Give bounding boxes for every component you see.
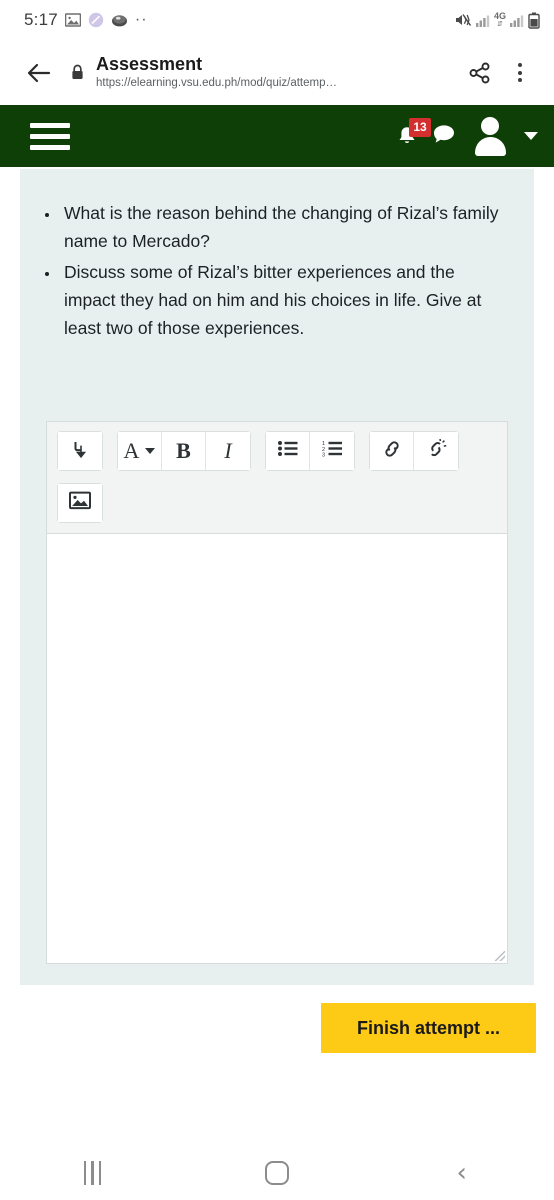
address-bar[interactable]: Assessment https://elearning.vsu.edu.ph/…	[94, 54, 460, 91]
signal-bars-2-icon	[510, 12, 524, 28]
site-navbar: 13	[0, 105, 554, 167]
message-bubble-icon	[432, 123, 456, 150]
toolbar-group-lists: 123	[265, 431, 355, 471]
android-navigation-bar: ‹	[0, 1145, 554, 1200]
avatar-body-icon	[474, 137, 506, 156]
question-bullet: Discuss some of Rizal’s bitter experienc…	[60, 258, 506, 343]
share-button[interactable]	[460, 61, 500, 85]
bullet-list-button[interactable]	[266, 432, 310, 470]
hamburger-icon[interactable]	[30, 122, 70, 150]
browser-menu-button[interactable]	[500, 63, 540, 82]
font-style-a-icon: A	[120, 440, 160, 462]
image-icon	[69, 491, 91, 515]
numbered-list-button[interactable]: 123	[310, 432, 354, 470]
chevron-down-icon	[145, 448, 156, 454]
android-recents-button[interactable]	[0, 1160, 185, 1185]
android-back-button[interactable]: ‹	[369, 1160, 554, 1186]
home-icon	[265, 1160, 289, 1185]
navbar-actions: 13	[396, 116, 538, 156]
font-style-button[interactable]: A	[118, 432, 162, 470]
toolbar-row-2	[57, 483, 497, 523]
status-bar-left: 5:17 ··	[24, 10, 148, 30]
chevron-down-icon[interactable]	[524, 132, 538, 140]
unordered-list-icon	[277, 440, 298, 462]
editor-toolbar: A B I 1 2 3	[46, 421, 508, 534]
signal-bars-icon	[475, 12, 490, 28]
svg-text:3: 3	[322, 452, 325, 457]
data-4g-icon: 4G ⇵	[493, 11, 506, 29]
page-url: https://elearning.vsu.edu.ph/mod/quiz/at…	[96, 76, 338, 89]
mute-vibrate-icon	[454, 12, 472, 28]
data-arrows-icon: ⇵	[497, 21, 503, 28]
insert-image-button[interactable]	[58, 484, 102, 522]
network-type-label: 4G	[493, 11, 506, 21]
disc-icon	[111, 12, 128, 28]
page-title: Assessment	[96, 53, 203, 74]
notifications-button[interactable]: 13	[396, 118, 431, 147]
expand-toolbar-button[interactable]	[58, 432, 102, 470]
resize-grip-icon[interactable]	[495, 951, 505, 961]
lock-icon	[60, 64, 94, 81]
browser-chrome: Assessment https://elearning.vsu.edu.ph/…	[0, 40, 554, 105]
toolbar-group-expand	[57, 431, 103, 471]
ordered-list-icon: 123	[322, 440, 343, 462]
user-avatar-button[interactable]	[470, 116, 510, 156]
gallery-icon	[64, 12, 81, 28]
avatar-head-icon	[481, 117, 499, 135]
messages-button[interactable]	[432, 123, 456, 150]
page-content: What is the reason behind the changing o…	[0, 167, 554, 1200]
bold-icon: B	[176, 438, 191, 463]
status-bar-right: 4G ⇵	[454, 12, 540, 29]
status-overflow-icon: ··	[134, 11, 148, 28]
italic-button[interactable]: I	[206, 432, 250, 470]
recents-icon	[83, 1160, 102, 1185]
kebab-menu-icon	[518, 63, 522, 82]
battery-icon	[528, 12, 540, 29]
question-bullet-list: What is the reason behind the changing o…	[60, 199, 506, 343]
status-bar: 5:17 ·· 4G ⇵	[0, 0, 554, 40]
finish-attempt-button[interactable]: Finish attempt ...	[321, 1003, 536, 1053]
browser-back-button[interactable]	[18, 62, 60, 84]
link-chain-icon	[381, 439, 403, 464]
question-bullet: What is the reason behind the changing o…	[60, 199, 506, 256]
font-a-label: A	[123, 438, 140, 463]
broken-chain-icon	[425, 438, 447, 464]
back-icon: ‹	[456, 1157, 467, 1188]
notification-badge: 13	[409, 118, 431, 137]
unlink-button[interactable]	[414, 432, 458, 470]
toolbar-group-format: A B I	[117, 431, 251, 471]
toolbar-group-media	[57, 483, 103, 523]
status-time: 5:17	[24, 10, 58, 29]
toolbar-group-links	[369, 431, 459, 471]
answer-textarea[interactable]	[46, 534, 508, 964]
expand-down-arrow-icon	[71, 439, 89, 464]
question-card: What is the reason behind the changing o…	[20, 169, 534, 985]
browser-circle-icon	[88, 12, 104, 28]
bold-button[interactable]: B	[162, 432, 206, 470]
italic-icon: I	[224, 438, 232, 463]
answer-editor: A B I 1 2 3	[46, 421, 508, 964]
android-home-button[interactable]	[185, 1160, 370, 1185]
link-button[interactable]	[370, 432, 414, 470]
